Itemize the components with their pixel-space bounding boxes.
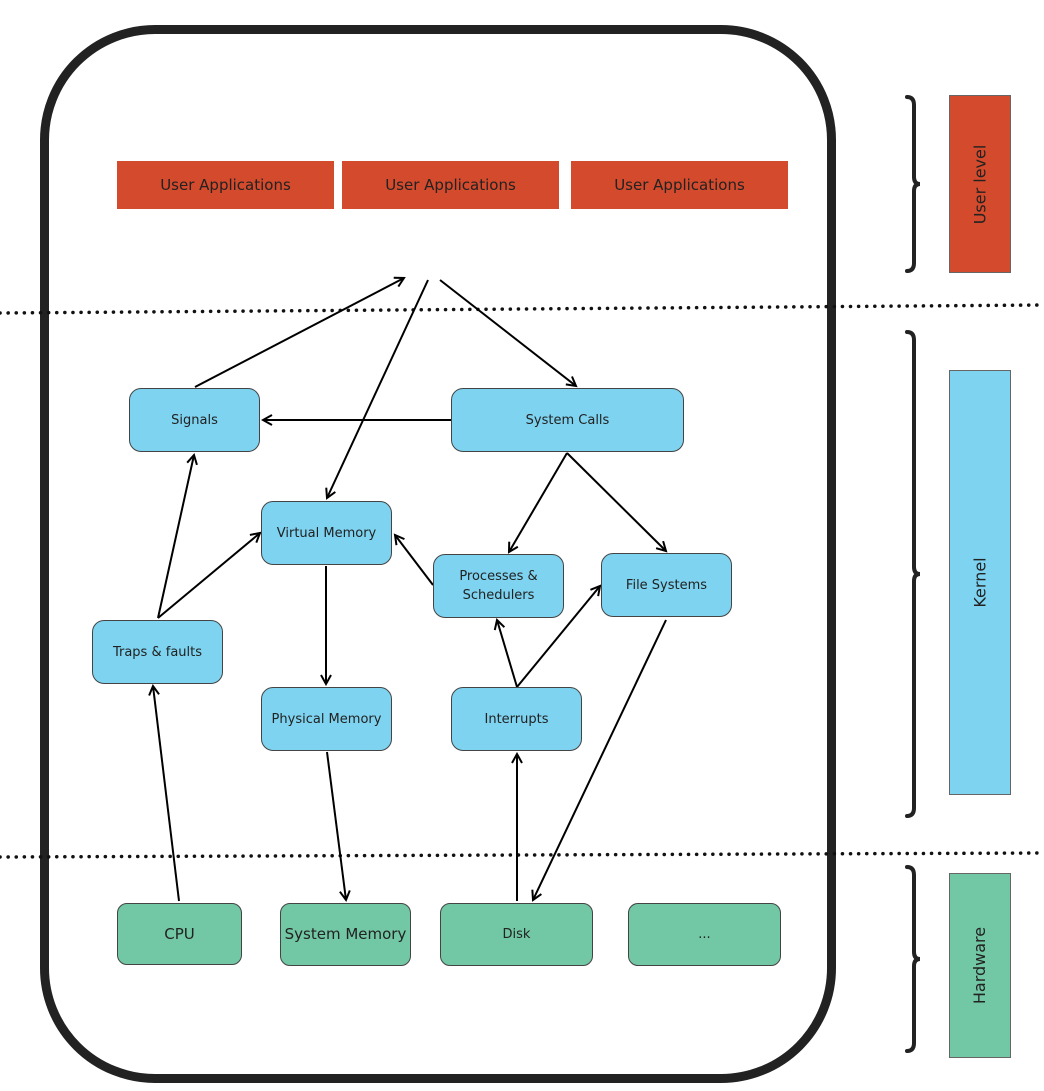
system-memory-node: System Memory — [280, 903, 411, 966]
cpu-node: CPU — [117, 903, 242, 965]
processes-schedulers-node: Processes & Schedulers — [433, 554, 564, 618]
user-application-1: User Applications — [117, 161, 334, 209]
file-systems-node: File Systems — [601, 553, 732, 617]
disk-node: Disk — [440, 903, 593, 966]
brace-kernel — [905, 330, 921, 818]
layer-kernel: Kernel — [949, 370, 1011, 795]
user-application-2: User Applications — [342, 161, 559, 209]
system-calls-node: System Calls — [451, 388, 684, 452]
arrow-cpu-to-traps — [153, 686, 180, 902]
layer-hardware: Hardware — [949, 873, 1011, 1058]
arrow-syscalls-to-processes — [509, 452, 568, 552]
layer-label: Hardware — [970, 926, 990, 1005]
hardware-divider — [0, 851, 1044, 859]
arrow-physmem-to-sysmem — [326, 751, 346, 900]
layer-label: Kernel — [970, 557, 990, 608]
arrow-fs-to-disk — [533, 619, 667, 900]
virtual-memory-node: Virtual Memory — [261, 501, 392, 565]
brace-hardware — [905, 865, 921, 1053]
arrow-syscalls-to-fs — [566, 452, 666, 551]
layer-user-level: User level — [949, 95, 1011, 273]
traps-faults-node: Traps & faults — [92, 620, 223, 684]
layer-label: User level — [970, 144, 990, 224]
physical-memory-node: Physical Memory — [261, 687, 392, 751]
arrow-signals-to-user — [194, 278, 404, 388]
interrupts-node: Interrupts — [451, 687, 582, 751]
brace-user — [905, 95, 921, 273]
more-hardware-node: ... — [628, 903, 781, 966]
signals-node: Signals — [129, 388, 260, 452]
arrow-interrupts-to-processes — [497, 620, 518, 688]
user-level-divider — [0, 303, 1044, 315]
arrow-processes-to-vm — [395, 535, 434, 586]
arrow-user-to-vm — [327, 279, 429, 498]
user-application-3: User Applications — [571, 161, 788, 209]
arrow-user-to-syscalls — [439, 279, 576, 386]
